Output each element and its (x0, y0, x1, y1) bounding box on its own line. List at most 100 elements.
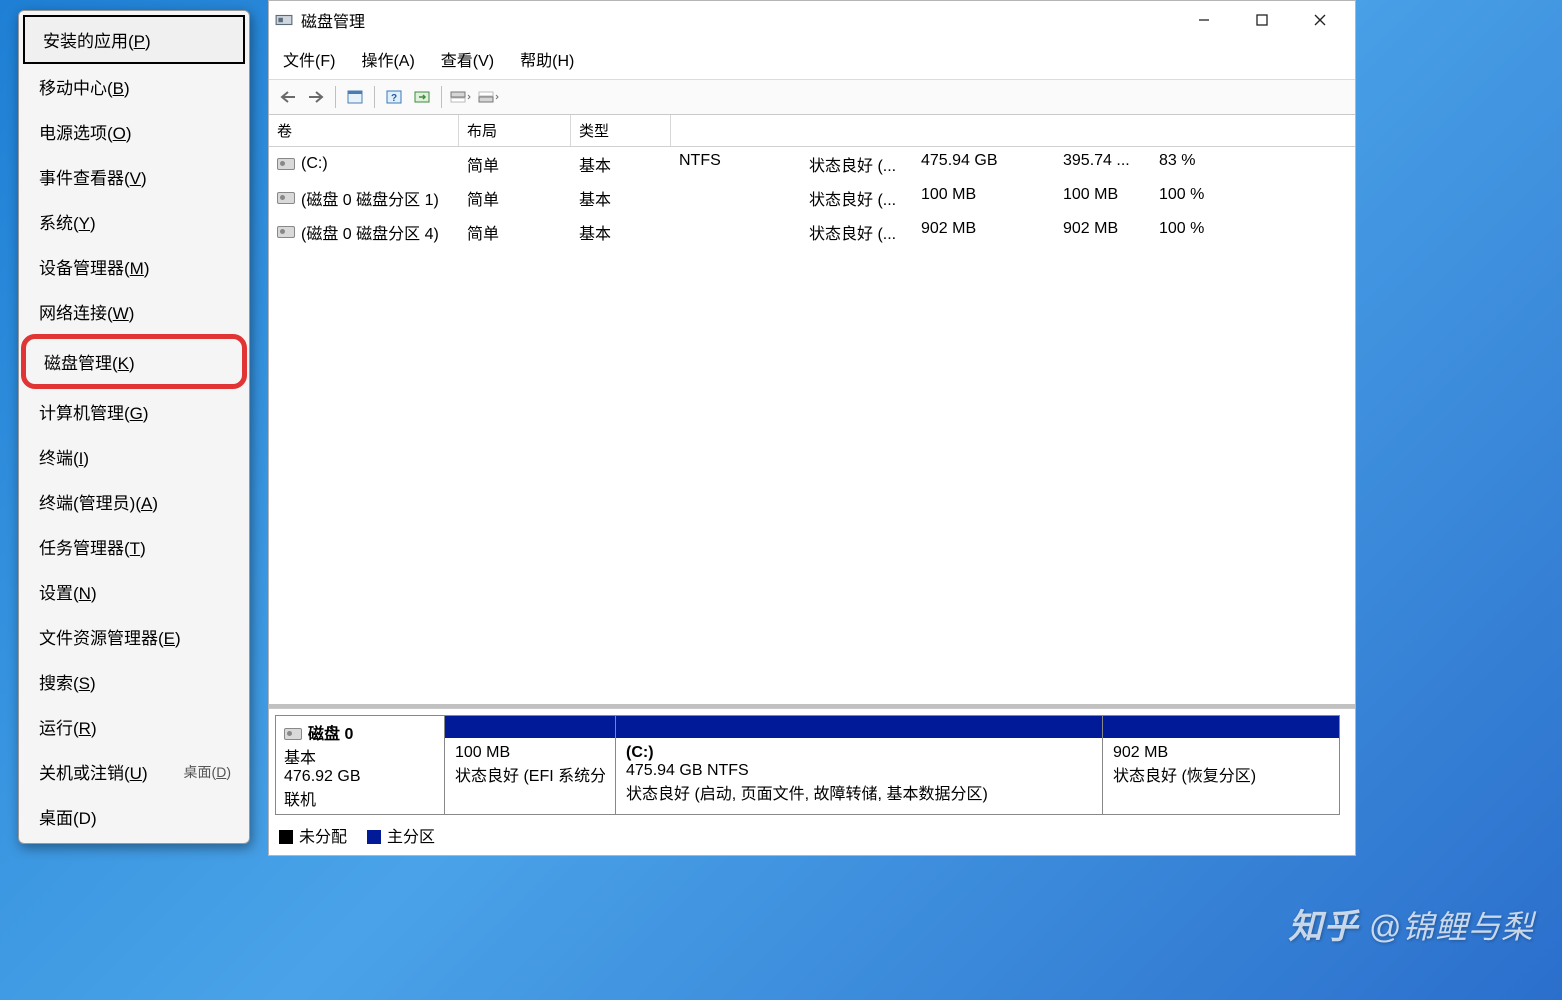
minimize-button[interactable] (1175, 1, 1233, 39)
disk-state: 联机 (284, 786, 436, 810)
volume-pct: 100 % (1151, 217, 1231, 247)
partition-efi[interactable]: 100 MB 状态良好 (EFI 系统分 (444, 715, 616, 815)
disk-icon (284, 728, 302, 740)
volume-pct: 100 % (1151, 183, 1231, 213)
volume-type: 基本 (571, 183, 671, 213)
volume-layout: 简单 (459, 183, 571, 213)
menu-item-installed-apps[interactable]: 安装的应用(P) (23, 15, 245, 64)
menu-item-system[interactable]: 系统(Y) (21, 199, 247, 244)
col-layout[interactable]: 布局 (459, 115, 571, 146)
menu-item-computer-management[interactable]: 计算机管理(G) (21, 389, 247, 434)
toolbar-separator (374, 86, 375, 108)
refresh-button[interactable] (409, 84, 435, 110)
partition-recovery[interactable]: 902 MB 状态良好 (恢复分区) (1102, 715, 1340, 815)
volume-free: 395.74 ... (1055, 149, 1151, 179)
menu-item-shutdown[interactable]: 关机或注销(U)桌面(D) (21, 749, 247, 794)
legend-unallocated: 未分配 (279, 823, 347, 847)
watermark: 知乎知乎 @锦鲤与梨@锦鲤与梨 (1289, 899, 1535, 948)
back-button[interactable] (275, 84, 301, 110)
partition-bar (445, 716, 615, 738)
col-type[interactable]: 类型 (571, 115, 671, 146)
menu-help[interactable]: 帮助(H) (514, 43, 580, 75)
menu-item-terminal[interactable]: 终端(I) (21, 434, 247, 479)
winx-context-menu: 安装的应用(P) 移动中心(B) 电源选项(O) 事件查看器(V) 系统(Y) … (18, 10, 250, 844)
partition-status: 状态良好 (EFI 系统分 (455, 762, 605, 786)
volume-capacity: 475.94 GB (913, 149, 1055, 179)
view-bottom-button[interactable] (476, 84, 502, 110)
menu-item-file-explorer[interactable]: 文件资源管理器(E) (21, 614, 247, 659)
volume-free: 902 MB (1055, 217, 1151, 247)
menu-item-disk-management[interactable]: 磁盘管理(K) (21, 334, 247, 389)
volume-icon (277, 192, 295, 204)
properties-button[interactable] (342, 84, 368, 110)
disk-graphical-view: 磁盘 0 基本 476.92 GB 联机 100 MB 状态良好 (EFI 系统… (269, 708, 1355, 815)
volume-name: (磁盘 0 磁盘分区 4) (301, 220, 439, 244)
partition-title: (C:) (626, 744, 1092, 762)
menu-action[interactable]: 操作(A) (355, 43, 420, 75)
toolbar-separator (441, 86, 442, 108)
volume-row[interactable]: (C:) 简单 基本 NTFS 状态良好 (... 475.94 GB 395.… (269, 147, 1355, 181)
volume-table-header: 卷 布局 类型 (269, 115, 1355, 147)
menu-file[interactable]: 文件(F) (277, 43, 341, 75)
menu-item-desktop[interactable]: 桌面(D) (21, 794, 247, 839)
volume-fs: NTFS (671, 149, 801, 179)
disk-type: 基本 (284, 744, 436, 768)
menubar: 文件(F) 操作(A) 查看(V) 帮助(H) (269, 39, 1355, 80)
window-titlebar[interactable]: 磁盘管理 (269, 1, 1355, 39)
volume-status: 状态良好 (... (801, 149, 913, 179)
menu-item-device-manager[interactable]: 设备管理器(M) (21, 244, 247, 289)
maximize-button[interactable] (1233, 1, 1291, 39)
volume-row[interactable]: (磁盘 0 磁盘分区 1) 简单 基本 状态良好 (... 100 MB 100… (269, 181, 1355, 215)
view-top-button[interactable] (448, 84, 474, 110)
volume-name: (磁盘 0 磁盘分区 1) (301, 186, 439, 210)
partition-status: 状态良好 (启动, 页面文件, 故障转储, 基本数据分区) (626, 780, 1092, 804)
disk-label[interactable]: 磁盘 0 基本 476.92 GB 联机 (275, 715, 445, 815)
chevron-right-icon: 桌面(D) (184, 762, 231, 782)
disk-management-window: 磁盘管理 文件(F) 操作(A) 查看(V) 帮助(H) ? 卷 布局 类型 (268, 0, 1356, 856)
menu-item-power-options[interactable]: 电源选项(O) (21, 109, 247, 154)
menu-item-mobility-center[interactable]: 移动中心(B) (21, 64, 247, 109)
menu-item-task-manager[interactable]: 任务管理器(T) (21, 524, 247, 569)
volume-layout: 简单 (459, 217, 571, 247)
menu-item-search[interactable]: 搜索(S) (21, 659, 247, 704)
col-volume[interactable]: 卷 (269, 115, 459, 146)
volume-list-area: 卷 布局 类型 (C:) 简单 基本 NTFS 状态良好 (... 475.94… (269, 115, 1355, 708)
volume-name: (C:) (301, 155, 328, 173)
partition-size: 902 MB (1113, 744, 1329, 762)
volume-status: 状态良好 (... (801, 183, 913, 213)
window-title: 磁盘管理 (301, 8, 1175, 32)
swatch-unallocated (279, 830, 293, 844)
toolbar-separator (335, 86, 336, 108)
partition-status: 状态良好 (恢复分区) (1113, 762, 1329, 786)
volume-type: 基本 (571, 217, 671, 247)
close-button[interactable] (1291, 1, 1349, 39)
partition-bar (1103, 716, 1339, 738)
help-icon[interactable]: ? (381, 84, 407, 110)
volume-layout: 简单 (459, 149, 571, 179)
forward-button[interactable] (303, 84, 329, 110)
partition-size: 475.94 GB NTFS (626, 762, 1092, 780)
legend-bar: 未分配 主分区 (269, 815, 1355, 855)
legend-primary: 主分区 (367, 823, 435, 847)
volume-icon (277, 226, 295, 238)
volume-fs (671, 183, 801, 213)
volume-capacity: 100 MB (913, 183, 1055, 213)
menu-view[interactable]: 查看(V) (435, 43, 500, 75)
disk-capacity: 476.92 GB (284, 768, 436, 786)
volume-capacity: 902 MB (913, 217, 1055, 247)
toolbar: ? (269, 80, 1355, 115)
menu-item-event-viewer[interactable]: 事件查看器(V) (21, 154, 247, 199)
volume-status: 状态良好 (... (801, 217, 913, 247)
app-icon (275, 11, 293, 29)
partition-bar (616, 716, 1102, 738)
svg-text:?: ? (391, 93, 397, 104)
menu-item-run[interactable]: 运行(R) (21, 704, 247, 749)
menu-item-network-connections[interactable]: 网络连接(W) (21, 289, 247, 334)
menu-item-settings[interactable]: 设置(N) (21, 569, 247, 614)
swatch-primary (367, 830, 381, 844)
volume-pct: 83 % (1151, 149, 1231, 179)
partition-c[interactable]: (C:) 475.94 GB NTFS 状态良好 (启动, 页面文件, 故障转储… (615, 715, 1103, 815)
volume-row[interactable]: (磁盘 0 磁盘分区 4) 简单 基本 状态良好 (... 902 MB 902… (269, 215, 1355, 249)
menu-item-terminal-admin[interactable]: 终端(管理员)(A) (21, 479, 247, 524)
volume-fs (671, 217, 801, 247)
